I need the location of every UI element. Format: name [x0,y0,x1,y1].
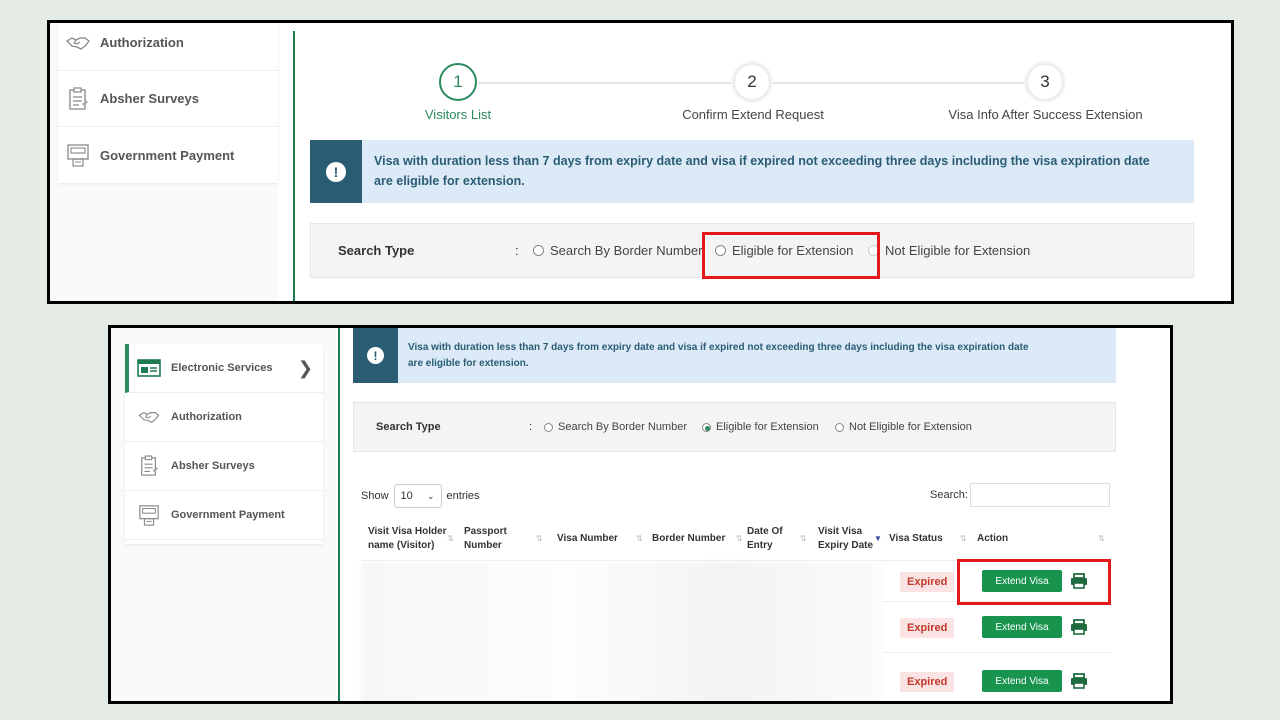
radio-circle[interactable] [835,422,844,432]
alert-text-line2: are eligible for extension. [374,173,525,188]
sidebar-item-absher-surveys[interactable]: Absher Surveys [58,71,278,127]
print-icon[interactable] [1070,673,1088,689]
grid-card-icon [137,356,161,380]
handshake-icon [66,31,90,55]
step-2-circle: 2 [733,63,771,101]
radio-circle-checked[interactable] [702,422,711,432]
highlight-box [957,559,1111,605]
sort-desc-icon[interactable]: ▼ [874,534,882,543]
main-content: ! Visa with duration less than 7 days fr… [343,328,1143,701]
payment-terminal-icon [66,143,90,167]
bottom-screenshot-panel: Electronic Services ❯ Authorization Absh… [108,325,1173,704]
radio-circle[interactable] [544,422,553,432]
radio-not-eligible-for-extension[interactable]: Not Eligible for Extension [835,421,972,433]
radio-search-by-border-number[interactable]: Search By Border Number [544,421,687,433]
handshake-icon [137,405,161,429]
alert-icon-box: ! [310,140,362,203]
search-type-box: Search Type : Search By Border Number El… [353,402,1116,452]
step-2-label: Confirm Extend Request [682,107,824,122]
alert-text: Visa with duration less than 7 days from… [398,340,1029,371]
exclamation-icon: ! [326,161,346,182]
step-1-label: Visitors List [424,107,492,122]
step-1-circle: 1 [439,63,477,101]
step-3-circle: 3 [1026,63,1064,101]
table-search: Search: [930,483,1110,507]
column-header-passport-number[interactable]: Passport Number [464,525,519,552]
chevron-down-icon: ⌄ [426,490,435,501]
column-header-date-of-entry[interactable]: Date Of Entry [747,525,792,552]
table-search-input[interactable] [969,483,1110,507]
sidebar: Electronic Services ❯ Authorization Absh… [111,328,336,701]
alert-icon-box: ! [353,328,398,383]
extend-visa-button[interactable]: Extend Visa [982,670,1062,692]
sidebar-item-government-payment[interactable]: Government Payment [58,127,278,183]
sort-icon[interactable]: ⇅ [636,534,643,543]
sort-icon[interactable]: ⇅ [1098,534,1105,543]
search-type-label: Search Type [338,243,415,258]
radio-eligible-for-extension[interactable]: Eligible for Extension [702,421,819,433]
sidebar-menu: Electronic Services ❯ Authorization Absh… [125,344,323,544]
top-screenshot-panel: Authorization Absher Surveys Government … [47,20,1234,304]
sort-icon[interactable]: ⇅ [960,534,967,543]
row-divider [883,652,1111,653]
sort-icon[interactable]: ⇅ [800,534,807,543]
radio-not-eligible-for-extension[interactable]: Not Eligible for Extension [868,243,1030,258]
sidebar: Authorization Absher Surveys Government … [50,23,278,301]
section-divider [293,31,295,301]
status-badge: Expired [900,618,955,638]
page-size-select[interactable]: 10 ⌄ [393,484,442,508]
sidebar-item-label: Government Payment [171,509,285,521]
search-type-colon: : [515,243,519,258]
page-size-control: Show 10 ⌄ entries [361,484,480,508]
alert-text-line1: Visa with duration less than 7 days from… [374,154,1150,169]
sidebar-item-government-payment[interactable]: Government Payment [125,491,323,540]
survey-clipboard-icon [66,86,90,111]
column-header-visa-number[interactable]: Visa Number [557,532,632,546]
alert-text-line2: are eligible for extension. [408,357,529,369]
extend-visa-button[interactable]: Extend Visa [982,616,1062,638]
sort-icon[interactable]: ⇅ [447,534,454,543]
sidebar-item-label: Electronic Services [171,362,273,374]
sort-icon[interactable]: ⇅ [736,534,743,543]
sidebar-item-label: Absher Surveys [171,460,255,472]
radio-search-by-border-number[interactable]: Search By Border Number [533,243,702,258]
sidebar-item-label: Authorization [171,411,242,423]
column-header-action[interactable]: Action [977,532,1037,546]
alert-text-line1: Visa with duration less than 7 days from… [408,342,1029,353]
radio-circle[interactable] [533,245,544,256]
sidebar-menu: Authorization Absher Surveys Government … [58,23,278,183]
sort-icon[interactable]: ⇅ [536,534,543,543]
payment-terminal-icon [137,503,161,527]
section-divider [338,328,340,701]
chevron-right-icon: ❯ [297,357,313,378]
info-alert: ! Visa with duration less than 7 days fr… [353,328,1116,383]
sidebar-item-authorization[interactable]: Authorization [58,23,278,71]
step-3-label: Visa Info After Success Extension [948,107,1143,122]
sidebar-item-absher-surveys[interactable]: Absher Surveys [125,442,323,491]
search-type-colon: : [529,421,533,433]
alert-text: Visa with duration less than 7 days from… [362,152,1150,191]
highlight-box [702,232,880,279]
info-alert: ! Visa with duration less than 7 days fr… [310,140,1194,203]
column-header-expiry-date[interactable]: Visit Visa Expiry Date [818,525,876,552]
redacted-row-data [361,562,881,701]
column-header-visitor-name[interactable]: Visit Visa Holder name (Visitor) [368,525,453,552]
print-icon[interactable] [1070,619,1088,635]
exclamation-icon: ! [367,347,384,364]
sidebar-item-label: Government Payment [100,147,235,163]
sidebar-item-authorization[interactable]: Authorization [125,393,323,442]
sidebar-item-label: Absher Surveys [100,91,199,106]
survey-clipboard-icon [137,454,161,478]
status-badge: Expired [900,572,955,592]
column-header-visa-status[interactable]: Visa Status [889,532,949,546]
status-badge: Expired [900,672,955,692]
column-header-border-number[interactable]: Border Number [652,532,732,546]
sidebar-item-electronic-services[interactable]: Electronic Services ❯ [125,344,323,393]
search-type-label: Search Type [376,421,441,433]
sidebar-item-label: Authorization [100,35,184,50]
